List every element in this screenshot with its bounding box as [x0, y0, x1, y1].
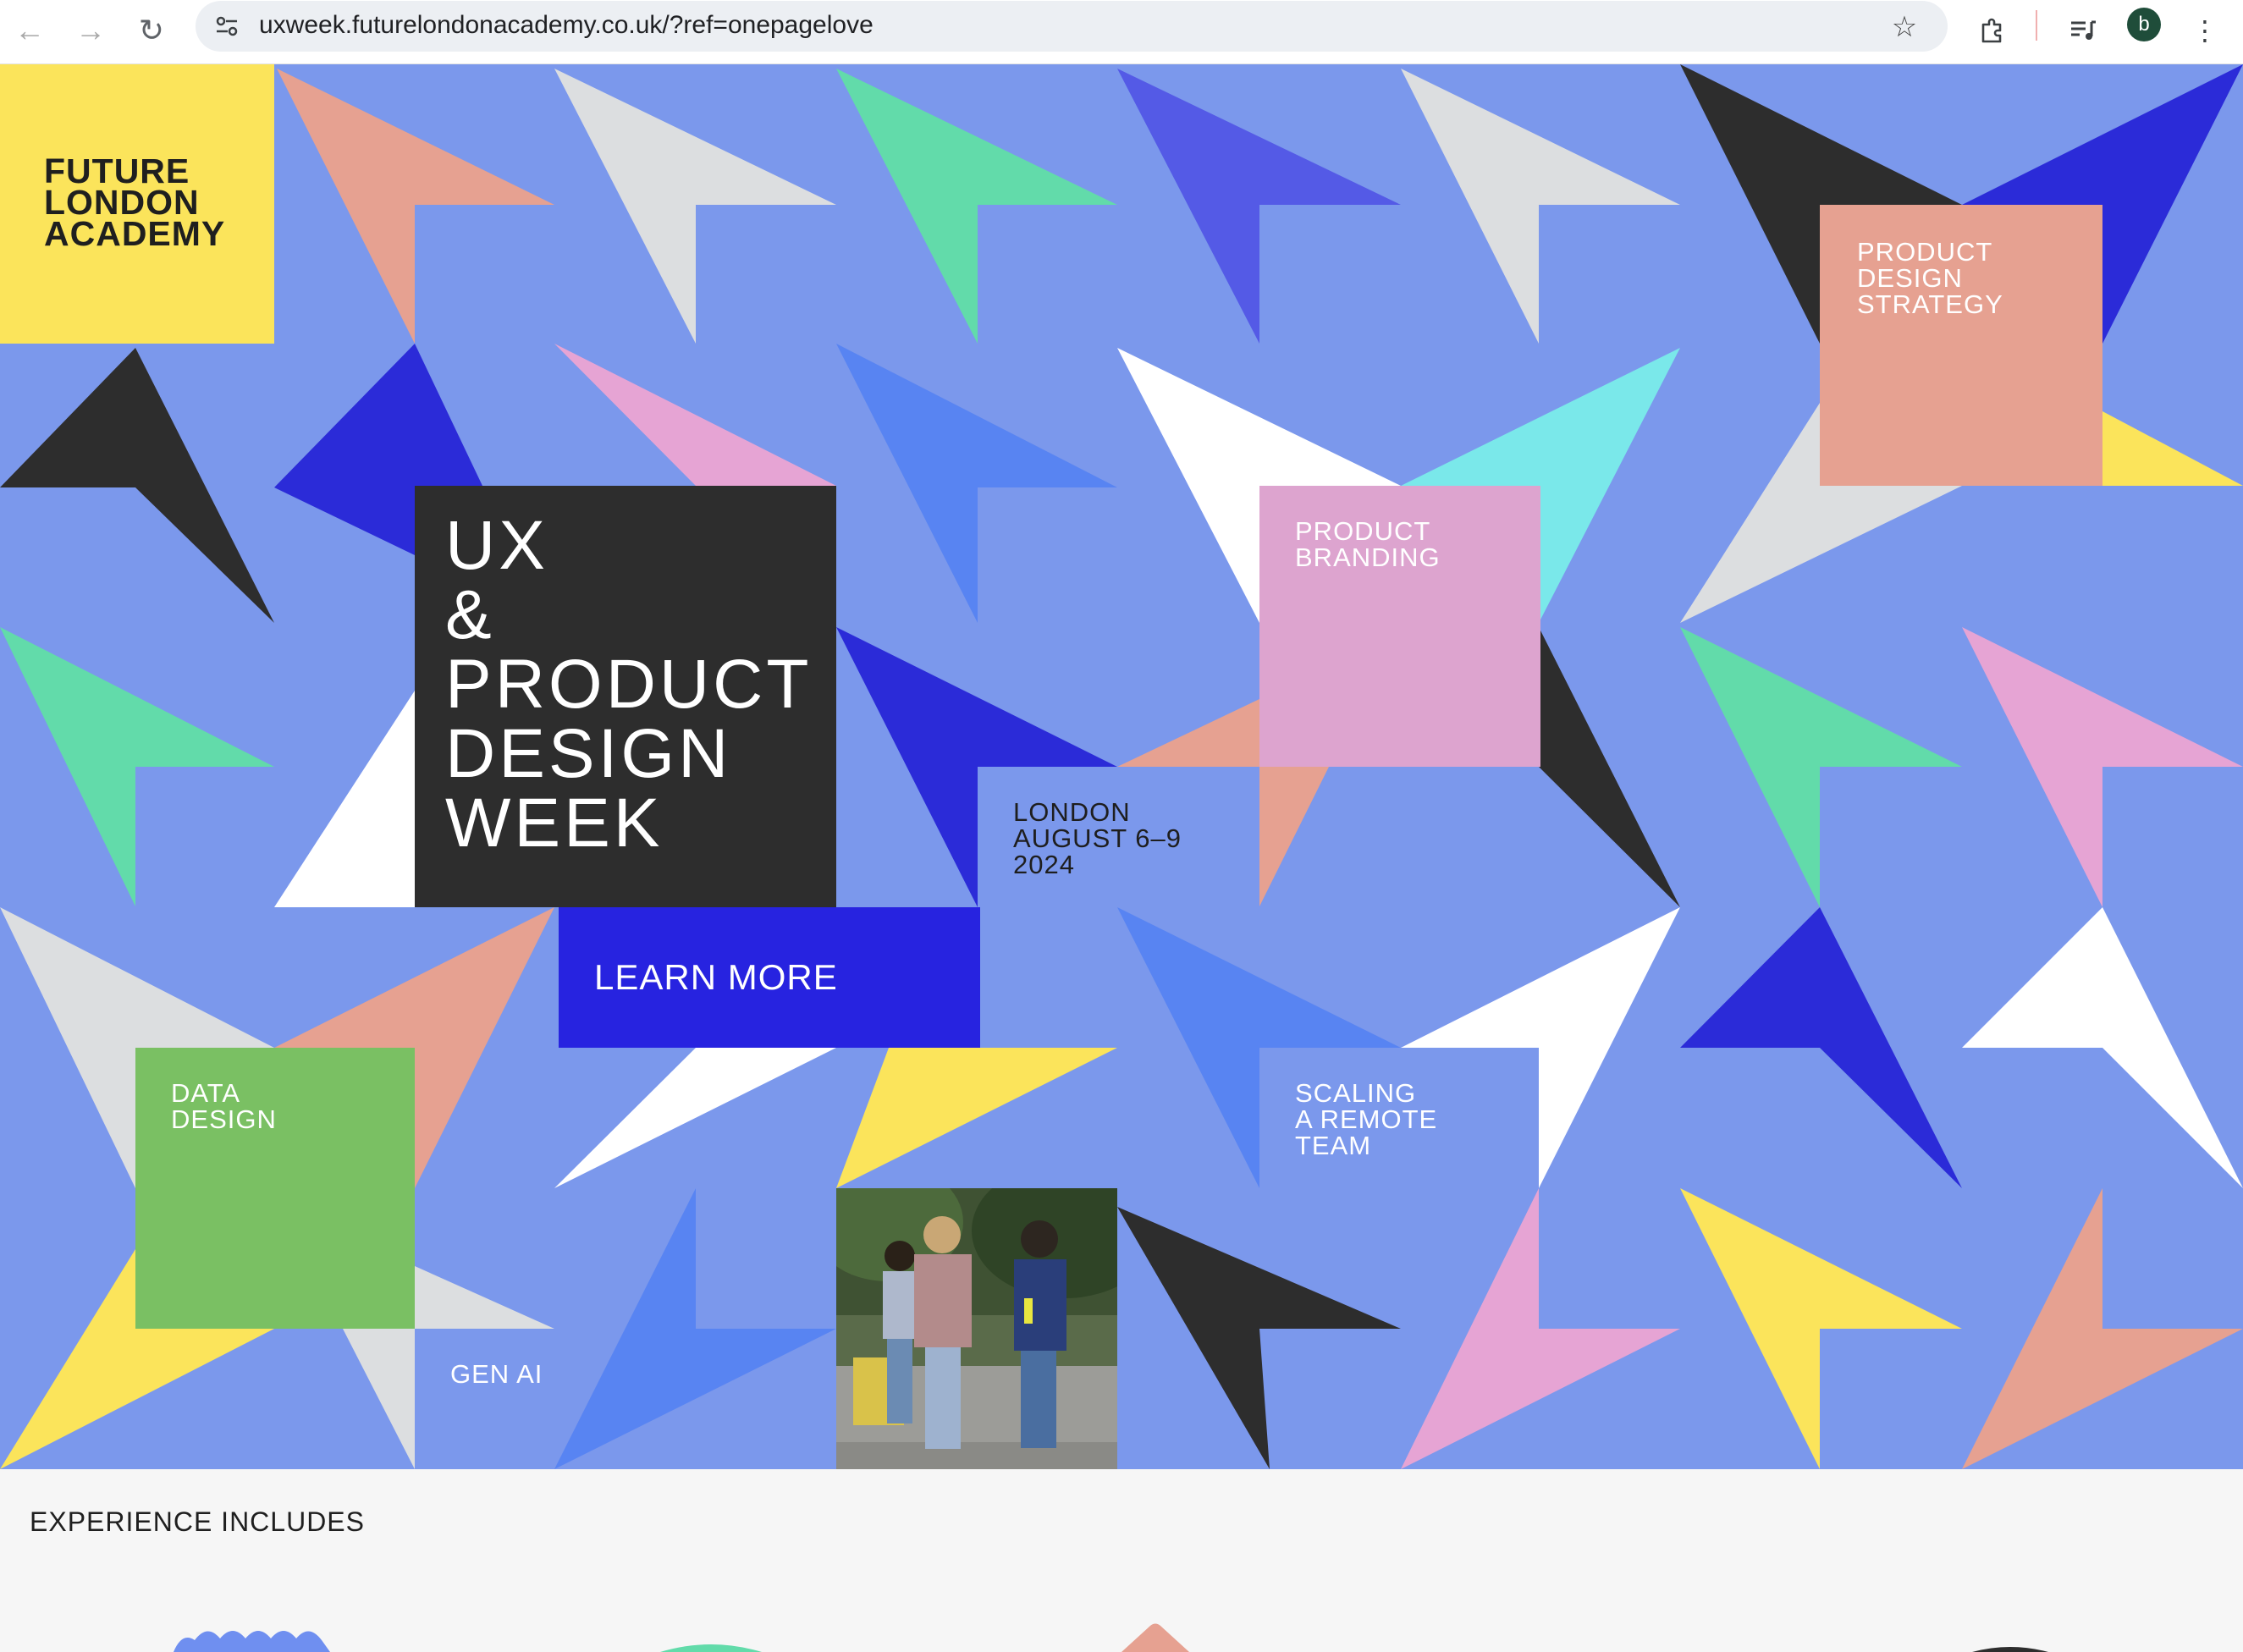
- salmon-arrow-shape: [1117, 699, 1259, 767]
- topic-label: DESIGN: [171, 1104, 277, 1134]
- topic-label: DATA: [171, 1078, 241, 1108]
- bookmark-star-icon[interactable]: ☆: [1885, 8, 1924, 47]
- yellow-arrow-shape: [2102, 411, 2243, 623]
- topic-product-design-strategy[interactable]: PRODUCT DESIGN STRATEGY: [1820, 205, 2102, 486]
- event-dates: AUGUST 6–9: [1013, 823, 1182, 853]
- salmon-arrow-shape: [1259, 767, 1329, 906]
- title-line: &: [445, 576, 495, 653]
- white-arrow-shape: [1962, 907, 2243, 1188]
- white-arrow-shape: [274, 691, 415, 907]
- white-arrow-shape: [554, 1048, 836, 1188]
- indigo-arrow-shape: [1117, 69, 1401, 344]
- experience-includes-heading: EXPERIENCE INCLUDES: [30, 1506, 365, 1537]
- topic-label: STRATEGY: [1857, 289, 2003, 319]
- royal-arrow-shape: [1680, 907, 1962, 1188]
- avatar[interactable]: b: [2127, 8, 2161, 41]
- grey-arrow-shape: [1401, 69, 1680, 344]
- toolbar-divider: [2036, 10, 2037, 41]
- event-year: 2024: [1013, 850, 1075, 879]
- dark-arrow-shape: [0, 348, 274, 623]
- browser-toolbar: ← → ↻ uxweek.futurelondonacademy.co.uk/?…: [0, 0, 2243, 64]
- title-line: PRODUCT: [445, 646, 813, 723]
- salmon-arrow-shape: [1962, 1188, 2243, 1469]
- hero-section: FUTURE LONDON ACADEMY PRODUCT DESIGN STR…: [0, 64, 2243, 1469]
- topic-label: TEAM: [1295, 1131, 1372, 1160]
- address-bar[interactable]: uxweek.futurelondonacademy.co.uk/?ref=on…: [196, 1, 1948, 52]
- blue-arrow-shape: [836, 344, 1117, 623]
- topic-gen-ai[interactable]: GEN AI: [415, 1329, 554, 1469]
- pink-arrow-shape: [1401, 1188, 1680, 1469]
- yellow-arrow-shape: [1680, 1188, 1962, 1469]
- grey-arrow-shape: [554, 69, 836, 344]
- learn-more-label: LEARN MORE: [594, 957, 838, 997]
- topic-label: PRODUCT: [1295, 516, 1431, 546]
- back-icon[interactable]: ←: [7, 8, 52, 53]
- pink-arrow-shape: [554, 344, 836, 486]
- topic-label: SCALING: [1295, 1078, 1417, 1108]
- topic-product-branding[interactable]: PRODUCT BRANDING: [1259, 486, 1540, 767]
- mint-arrow-shape: [836, 69, 1117, 344]
- title-line: WEEK: [445, 785, 664, 862]
- grey-arrow-shape: [343, 1329, 415, 1469]
- mint-arrow-shape: [1680, 627, 1962, 907]
- yellow-arrow-shape: [836, 1048, 1117, 1188]
- topic-data-design[interactable]: DATA DESIGN: [135, 1048, 415, 1329]
- url-text[interactable]: uxweek.futurelondonacademy.co.uk/?ref=on…: [259, 11, 874, 40]
- salmon-arrow-shape: [277, 69, 554, 344]
- event-location: LONDON: [1013, 797, 1131, 827]
- wave-decoration-icon: [174, 1631, 330, 1652]
- topic-label: DESIGN: [1857, 263, 1963, 293]
- event-info: LONDON AUGUST 6–9 2024: [978, 767, 1259, 907]
- event-title-block: UX & PRODUCT DESIGN WEEK: [415, 486, 836, 907]
- logo-line: ACADEMY: [44, 214, 226, 253]
- learn-more-button[interactable]: LEARN MORE: [559, 907, 980, 1048]
- topic-label: PRODUCT: [1857, 237, 1993, 267]
- mint-arrow-shape: [0, 627, 274, 906]
- media-control-icon[interactable]: [2060, 8, 2106, 53]
- grey-arrow-shape: [415, 1266, 554, 1329]
- more-menu-icon[interactable]: ⋮: [2182, 8, 2228, 53]
- dark-decoration-icon: [1972, 1647, 2048, 1652]
- topic-label: GEN AI: [450, 1359, 543, 1389]
- extensions-icon[interactable]: [1970, 8, 2015, 53]
- topic-label: BRANDING: [1295, 542, 1441, 572]
- attendees-photo: [836, 1188, 1117, 1469]
- reload-icon[interactable]: ↻: [129, 8, 174, 53]
- future-london-academy-logo[interactable]: FUTURE LONDON ACADEMY: [0, 64, 274, 344]
- topic-scaling-remote-team[interactable]: SCALING A REMOTE TEAM: [1259, 1048, 1539, 1188]
- topic-label: A REMOTE: [1295, 1104, 1438, 1134]
- peak-decoration-icon: [1122, 1623, 1189, 1652]
- title-line: DESIGN: [445, 715, 732, 792]
- blue-arrow-shape: [554, 1188, 836, 1469]
- dark-arrow-shape: [1117, 1207, 1401, 1469]
- site-info-icon[interactable]: [207, 7, 246, 46]
- arc-decoration-icon: [660, 1644, 762, 1652]
- title-line: UX: [445, 507, 548, 584]
- pink-arrow-shape: [1962, 627, 2243, 907]
- forward-icon[interactable]: →: [68, 8, 113, 53]
